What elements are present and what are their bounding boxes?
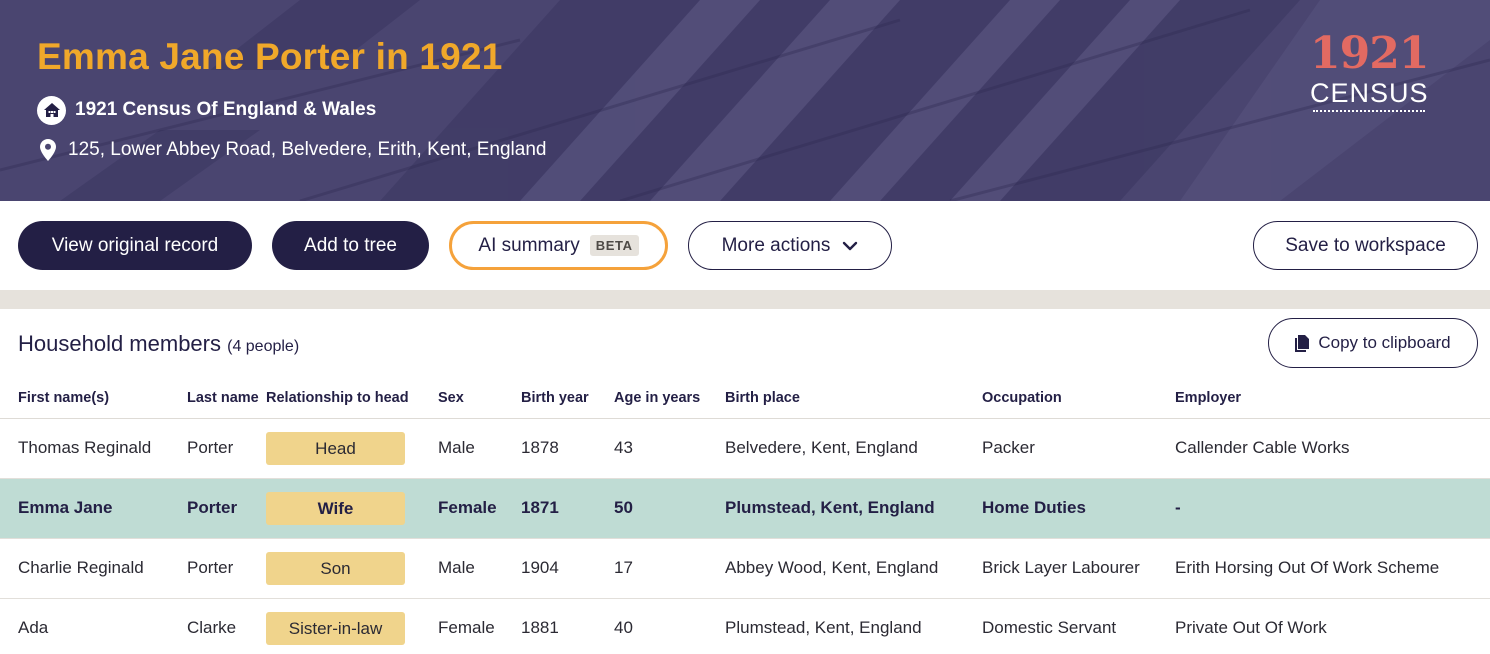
col-first-name: First name(s) [0, 378, 169, 419]
more-actions-label: More actions [721, 234, 831, 256]
record-header: Emma Jane Porter in 1921 1921 Census Of … [0, 0, 1490, 201]
birth-year-cell: 1904 [503, 538, 596, 599]
household-section: Household members (4 people) Copy to cli… [0, 309, 1490, 654]
age-cell: 17 [596, 538, 707, 599]
last-name-cell: Porter [169, 478, 266, 539]
relationship-badge: Head [266, 431, 405, 465]
logo-dots [1313, 110, 1425, 116]
view-original-record-button[interactable]: View original record [18, 221, 252, 270]
house-icon [37, 95, 66, 125]
ai-summary-label: AI summary [478, 234, 580, 256]
col-birth-year: Birth year [503, 378, 596, 419]
sex-cell: Male [420, 418, 503, 479]
household-count: (4 people) [227, 338, 300, 355]
relationship-cell: Wife [266, 478, 420, 539]
birth-place-cell: Plumstead, Kent, England [707, 598, 964, 654]
copy-label: Copy to clipboard [1318, 333, 1451, 352]
add-to-tree-button[interactable]: Add to tree [272, 221, 429, 270]
relationship-badge: Wife [266, 491, 405, 525]
beta-badge: BETA [589, 235, 639, 256]
action-bar: View original record Add to tree AI summ… [0, 201, 1490, 290]
employer-cell: - [1157, 478, 1490, 539]
ai-summary-button[interactable]: AI summary BETA [449, 221, 668, 270]
relationship-cell: Son [266, 538, 420, 599]
age-cell: 50 [596, 478, 707, 539]
page-title: Emma Jane Porter in 1921 [37, 36, 503, 77]
sex-cell: Male [420, 538, 503, 599]
section-divider [0, 290, 1490, 309]
save-to-workspace-button[interactable]: Save to workspace [1253, 221, 1478, 270]
occupation-cell: Brick Layer Labourer [964, 538, 1157, 599]
document-icon [1295, 334, 1310, 352]
logo-word: CENSUS [1310, 78, 1429, 108]
first-name-cell[interactable]: Emma Jane [0, 478, 169, 539]
chevron-down-icon [842, 238, 858, 254]
occupation-cell: Packer [964, 418, 1157, 479]
relationship-cell: Sister-in-law [266, 598, 420, 654]
birth-year-cell: 1881 [503, 598, 596, 654]
employer-cell: Callender Cable Works [1157, 418, 1490, 479]
age-cell: 40 [596, 598, 707, 654]
col-birth-place: Birth place [707, 378, 964, 419]
table-row-selected[interactable]: Emma Jane Porter Wife Female 1871 50 Plu… [0, 478, 1490, 539]
relationship-badge: Sister-in-law [266, 611, 405, 645]
sex-cell: Female [420, 478, 503, 539]
sex-cell: Female [420, 598, 503, 654]
household-table: First name(s) Last name Relationship to … [0, 378, 1490, 654]
census-1921-logo: 1921 CENSUS [1310, 28, 1429, 120]
employer-cell: Private Out Of Work [1157, 598, 1490, 654]
first-name-cell[interactable]: Ada [0, 598, 169, 654]
relationship-cell: Head [266, 418, 420, 479]
employer-cell: Erith Horsing Out Of Work Scheme [1157, 538, 1490, 599]
age-cell: 43 [596, 418, 707, 479]
collection-line: 1921 Census Of England & Wales [37, 95, 376, 125]
table-header-row: First name(s) Last name Relationship to … [0, 378, 1490, 419]
last-name-cell: Porter [169, 538, 266, 599]
collection-name[interactable]: 1921 Census Of England & Wales [75, 99, 376, 121]
map-pin-icon [40, 138, 58, 162]
col-age: Age in years [596, 378, 707, 419]
last-name-cell: Porter [169, 418, 266, 479]
household-heading: Household members (4 people) [18, 331, 299, 357]
address-line: 125, Lower Abbey Road, Belvedere, Erith,… [40, 136, 546, 164]
birth-place-cell: Abbey Wood, Kent, England [707, 538, 964, 599]
more-actions-button[interactable]: More actions [688, 221, 892, 270]
table-row[interactable]: Thomas Reginald Porter Head Male 1878 43… [0, 418, 1490, 479]
birth-place-cell: Belvedere, Kent, England [707, 418, 964, 479]
last-name-cell: Clarke [169, 598, 266, 654]
first-name-cell[interactable]: Charlie Reginald [0, 538, 169, 599]
birth-year-cell: 1878 [503, 418, 596, 479]
col-sex: Sex [420, 378, 503, 419]
address-text: 125, Lower Abbey Road, Belvedere, Erith,… [68, 139, 547, 160]
copy-to-clipboard-button[interactable]: Copy to clipboard [1268, 318, 1478, 368]
first-name-cell[interactable]: Thomas Reginald [0, 418, 169, 479]
occupation-cell: Domestic Servant [964, 598, 1157, 654]
household-title: Household members [18, 331, 221, 356]
birth-place-cell: Plumstead, Kent, England [707, 478, 964, 539]
col-occupation: Occupation [964, 378, 1157, 419]
relationship-badge: Son [266, 551, 405, 585]
birth-year-cell: 1871 [503, 478, 596, 539]
col-last-name: Last name [169, 378, 266, 419]
col-employer: Employer [1157, 378, 1490, 419]
table-row[interactable]: Charlie Reginald Porter Son Male 1904 17… [0, 538, 1490, 599]
table-row[interactable]: Ada Clarke Sister-in-law Female 1881 40 … [0, 598, 1490, 654]
col-relationship: Relationship to head [266, 378, 420, 419]
occupation-cell: Home Duties [964, 478, 1157, 539]
logo-year: 1921 [1310, 28, 1429, 79]
